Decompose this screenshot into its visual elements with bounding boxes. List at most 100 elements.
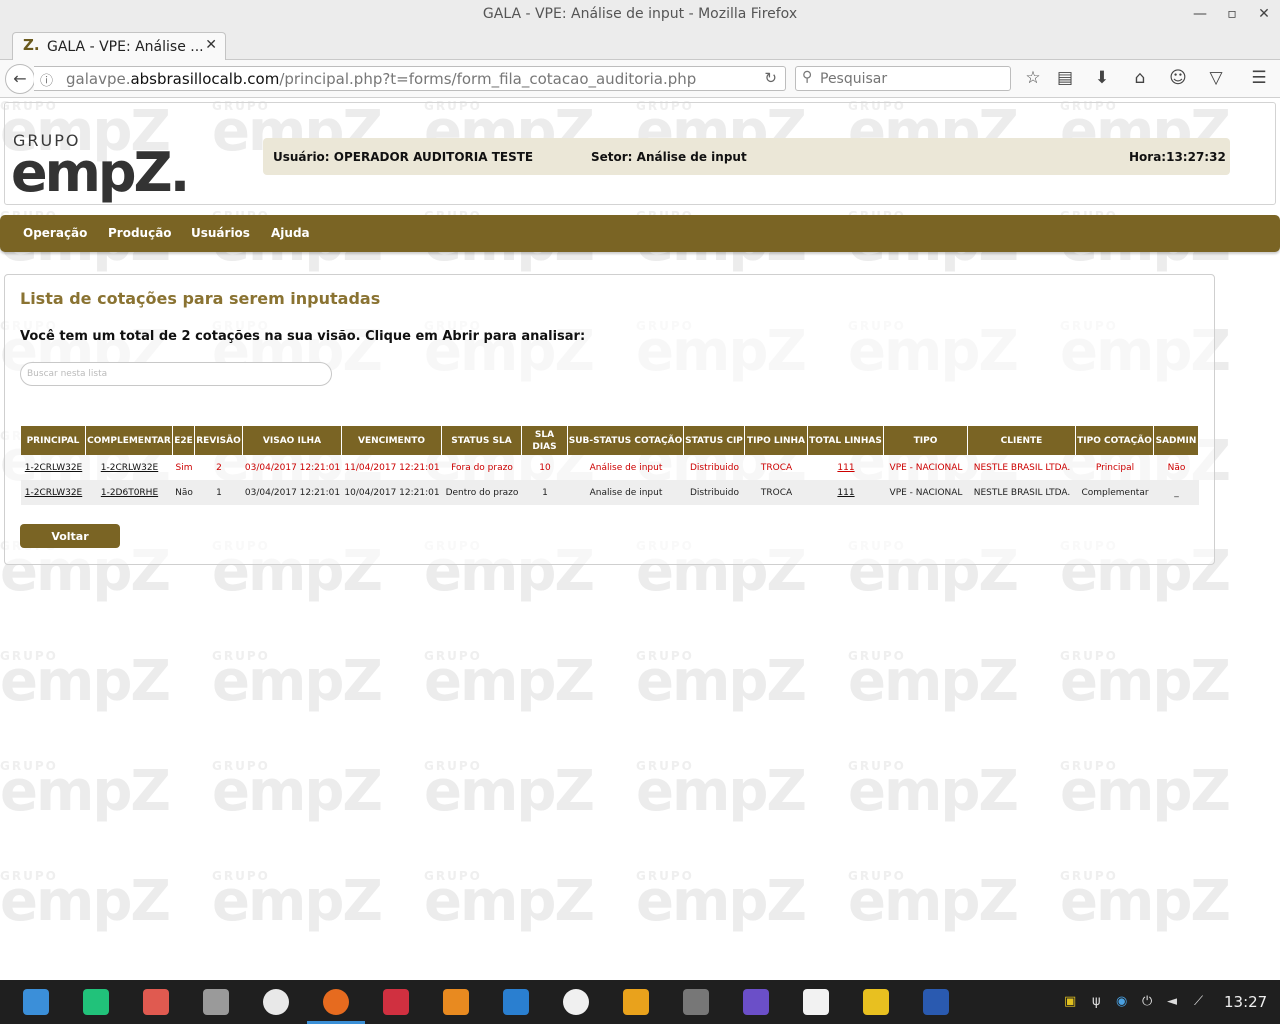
watermark-logo: GRUPOempZ bbox=[636, 649, 807, 714]
column-header-e2e[interactable]: E2E bbox=[173, 426, 195, 455]
watermark-logo: GRUPOempZ bbox=[0, 759, 171, 824]
clock: 13:27 bbox=[1224, 993, 1268, 1011]
minimize-icon[interactable]: — bbox=[1190, 4, 1210, 24]
bookmark-star-icon[interactable]: ☆ bbox=[1021, 66, 1045, 90]
chrome-icon[interactable] bbox=[263, 989, 289, 1015]
terminal-red-icon[interactable] bbox=[383, 989, 409, 1015]
word-icon[interactable] bbox=[923, 989, 949, 1015]
cell-tipo-cotacao: Complementar bbox=[1081, 487, 1149, 498]
video-editor-icon[interactable] bbox=[503, 989, 529, 1015]
browser-tab[interactable]: Z. GALA - VPE: Análise ... ✕ bbox=[12, 32, 226, 60]
volume-icon[interactable]: ◄ bbox=[1167, 994, 1177, 1009]
reload-icon[interactable]: ↻ bbox=[764, 69, 777, 87]
tab-close-icon[interactable]: ✕ bbox=[205, 37, 217, 53]
column-header-principal[interactable]: PRINCIPAL bbox=[21, 426, 86, 455]
outlook-icon[interactable] bbox=[623, 989, 649, 1015]
cell-principal-link[interactable]: 1-2CRLW32E bbox=[21, 480, 86, 505]
download-icon[interactable]: ⬇ bbox=[1090, 66, 1114, 90]
watermark-logo: GRUPOempZ bbox=[212, 759, 383, 824]
watermark-logo: GRUPOempZ bbox=[0, 649, 171, 714]
column-header-revisao[interactable]: REVISÃO bbox=[195, 426, 243, 455]
cell-visao-ilha: 03/04/2017 12:21:01 bbox=[244, 462, 341, 473]
cell-cliente: NESTLE BRASIL LTDA. bbox=[973, 487, 1071, 498]
window-title: GALA - VPE: Análise de input - Mozilla F… bbox=[482, 6, 798, 22]
site-info-icon[interactable]: ⓘ bbox=[40, 70, 53, 89]
column-header-tipo-cotacao[interactable]: TIPO COTAÇÃO bbox=[1076, 426, 1154, 455]
maximize-icon[interactable]: ▫ bbox=[1222, 4, 1242, 24]
menu-item-ajuda[interactable]: Ajuda bbox=[271, 226, 310, 240]
quotation-table: PRINCIPAL COMPLEMENTAR E2E REVISÃO VISAO ILH… bbox=[21, 426, 1199, 505]
cell-complementar-link[interactable]: 1-2D6T0RHE bbox=[86, 480, 173, 505]
notepad-icon[interactable] bbox=[803, 989, 829, 1015]
reading-list-icon[interactable]: ▤ bbox=[1053, 66, 1077, 90]
search-input[interactable] bbox=[818, 68, 1003, 89]
column-header-total-linhas[interactable]: TOTAL LINHAS bbox=[808, 426, 884, 455]
cell-e2e: Sim bbox=[175, 462, 193, 473]
column-header-cliente[interactable]: CLIENTE bbox=[968, 426, 1076, 455]
watermark-logo: GRUPOempZ bbox=[636, 759, 807, 824]
home-icon[interactable]: ⌂ bbox=[1128, 66, 1152, 90]
cell-total-linhas-link[interactable]: 111 bbox=[808, 480, 884, 505]
cell-status-sla: Fora do prazo bbox=[451, 462, 513, 473]
sublime-text-icon[interactable] bbox=[683, 989, 709, 1015]
list-filter-input[interactable] bbox=[20, 362, 332, 386]
watermark-logo: GRUPOempZ bbox=[1060, 869, 1231, 934]
yellow-app-icon[interactable] bbox=[863, 989, 889, 1015]
back-voltar-button[interactable]: Voltar bbox=[20, 524, 120, 548]
power-icon[interactable]: ⏻ bbox=[1142, 994, 1152, 1009]
settings-gear-icon[interactable] bbox=[563, 989, 589, 1015]
tab-strip: Z. GALA - VPE: Análise ... ✕ + bbox=[0, 30, 1280, 85]
cell-vencimento: 10/04/2017 12:21:01 bbox=[344, 487, 440, 498]
column-header-sadmin[interactable]: SADMIN bbox=[1154, 426, 1199, 455]
menu-item-usuarios[interactable]: Usuários bbox=[191, 226, 250, 240]
column-header-status-sla[interactable]: STATUS SLA bbox=[442, 426, 522, 455]
search-icon: ⚲ bbox=[802, 69, 813, 85]
cell-tipo-cotacao: Principal bbox=[1095, 462, 1135, 473]
column-header-status-cip[interactable]: STATUS CIP bbox=[684, 426, 745, 455]
cell-tipo: VPE - NACIONAL bbox=[889, 487, 963, 498]
session-info-bar: Usuário: OPERADOR AUDITORIA TESTE Setor:… bbox=[263, 138, 1230, 175]
firefox-icon[interactable] bbox=[307, 989, 365, 1024]
user-label: Usuário: OPERADOR AUDITORIA TESTE bbox=[273, 150, 534, 164]
column-header-visao-ilha[interactable]: VISAO ILHA bbox=[243, 426, 342, 455]
cell-sub-status: Análise de input bbox=[589, 462, 663, 473]
url-text[interactable]: galavpe.absbrasillocalb.com/principal.ph… bbox=[66, 70, 696, 88]
usb-icon[interactable]: ψ bbox=[1092, 994, 1101, 1009]
column-header-tipo-linha[interactable]: TIPO LINHA bbox=[745, 426, 808, 455]
table-body: 1-2CRLW32E 1-2CRLW32E Sim 2 03/04/2017 12:21… bbox=[21, 455, 1199, 505]
cell-complementar-link[interactable]: 1-2CRLW32E bbox=[86, 455, 173, 480]
column-header-vencimento[interactable]: VENCIMENTO bbox=[342, 426, 442, 455]
cell-tipo-linha: TROCA bbox=[760, 487, 793, 498]
back-button[interactable]: ← bbox=[5, 64, 35, 94]
table-row[interactable]: 1-2CRLW32E 1-2D6T0RHE Não 1 03/04/2017 12:21… bbox=[21, 480, 1199, 505]
archive-icon[interactable] bbox=[443, 989, 469, 1015]
close-window-icon[interactable]: ✕ bbox=[1254, 4, 1274, 24]
column-header-sla-dias[interactable]: SLA DIAS bbox=[522, 426, 568, 455]
table-row[interactable]: 1-2CRLW32E 1-2CRLW32E Sim 2 03/04/2017 12:21… bbox=[21, 455, 1199, 480]
network-icon[interactable]: ⟋ bbox=[1194, 994, 1203, 1009]
tray-note-icon[interactable]: ▣ bbox=[1064, 994, 1076, 1009]
cell-principal-link[interactable]: 1-2CRLW32E bbox=[21, 455, 86, 480]
url-bar[interactable]: ⓘ galavpe.absbrasillocalb.com/principal.… bbox=[34, 66, 786, 91]
menu-item-operacao[interactable]: Operação bbox=[23, 226, 87, 240]
watermark-logo: GRUPOempZ bbox=[212, 869, 383, 934]
pocket-icon[interactable]: ▽ bbox=[1204, 66, 1228, 90]
app-launcher-icon[interactable] bbox=[23, 989, 49, 1015]
screen-recorder-icon[interactable] bbox=[143, 989, 169, 1015]
file-cabinet-icon[interactable] bbox=[203, 989, 229, 1015]
terminal-green-icon[interactable] bbox=[83, 989, 109, 1015]
menu-item-producao[interactable]: Produção bbox=[108, 226, 172, 240]
cell-visao-ilha: 03/04/2017 12:21:01 bbox=[244, 487, 341, 498]
search-bar[interactable]: ⚲ bbox=[795, 66, 1011, 91]
remote-icon[interactable]: ◉ bbox=[1116, 994, 1127, 1009]
column-header-complementar[interactable]: COMPLEMENTAR bbox=[86, 426, 173, 455]
watermark-logo: GRUPOempZ bbox=[1060, 649, 1231, 714]
column-header-tipo[interactable]: TIPO bbox=[884, 426, 968, 455]
column-header-sub-status[interactable]: SUB-STATUS COTAÇÃO bbox=[568, 426, 684, 455]
menu-icon[interactable]: ☰ bbox=[1247, 66, 1271, 90]
cell-tipo: VPE - NACIONAL bbox=[889, 462, 963, 473]
cell-sla-dias: 10 bbox=[539, 462, 551, 473]
app-purple-icon[interactable] bbox=[743, 989, 769, 1015]
smiley-icon[interactable]: ☺ bbox=[1166, 66, 1190, 90]
cell-total-linhas-link[interactable]: 111 bbox=[808, 455, 884, 480]
